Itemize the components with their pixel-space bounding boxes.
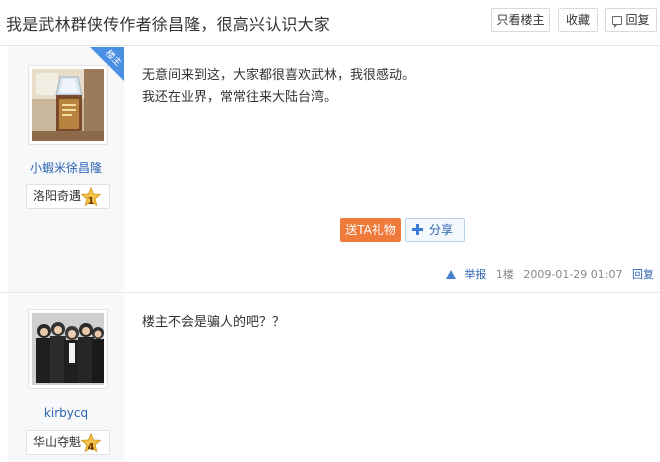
post-floor-2: kirbycq 华山夺魁 4 楼主不会是骗人的吧？？ bbox=[0, 294, 660, 462]
warning-icon bbox=[446, 270, 457, 279]
favorite-button[interactable]: 收藏 bbox=[558, 8, 598, 32]
thread-title: 我是武林群侠传作者徐昌隆，很高兴认识大家 bbox=[6, 15, 331, 34]
reply-link[interactable]: 回复 bbox=[632, 268, 654, 281]
report-label: 举报 bbox=[464, 268, 487, 281]
share-button[interactable]: 分享 bbox=[405, 218, 465, 242]
member-badge[interactable]: 洛阳奇遇 1 bbox=[26, 184, 110, 209]
badge-name: 洛阳奇遇 bbox=[33, 189, 82, 203]
author-username[interactable]: kirbycq bbox=[8, 406, 124, 420]
author-username[interactable]: 小蝦米徐昌隆 bbox=[8, 159, 124, 176]
only-op-button[interactable]: 只看楼主 bbox=[491, 8, 550, 32]
badge-level: 4 bbox=[87, 442, 95, 453]
member-badge[interactable]: 华山夺魁 4 bbox=[26, 430, 110, 455]
share-label: 分享 bbox=[429, 223, 454, 237]
avatar-image bbox=[32, 313, 104, 385]
thread-header: 我是武林群侠传作者徐昌隆，很高兴认识大家 只看楼主 收藏 回复 bbox=[0, 0, 660, 46]
author-sidebar: 小蝦米徐昌隆 洛阳奇遇 1 bbox=[8, 47, 124, 292]
badge-level: 1 bbox=[87, 196, 95, 207]
reply-button[interactable]: 回复 bbox=[605, 8, 657, 32]
content-line: 楼主不会是骗人的吧？？ bbox=[142, 315, 286, 330]
send-gift-button[interactable]: 送TA礼物 bbox=[340, 218, 401, 242]
reply-icon bbox=[612, 16, 623, 28]
level-star-icon: 4 bbox=[80, 432, 102, 453]
post-body: 楼主不会是骗人的吧？？ bbox=[124, 294, 660, 462]
author-sidebar: kirbycq 华山夺魁 4 bbox=[8, 294, 124, 462]
reply-button-label: 回复 bbox=[625, 13, 650, 27]
post-body: 无意间来到这，大家都很喜欢武林，我很感动。 我还在业界，常常往来大陆台湾。 送T… bbox=[124, 47, 660, 292]
post-meta: 举报 1楼 2009-01-29 01:07 回复 bbox=[434, 266, 654, 282]
share-plus-icon bbox=[412, 224, 423, 235]
content-line: 我还在业界，常常往来大陆台湾。 bbox=[142, 90, 338, 105]
post-timestamp: 2009-01-29 01:07 bbox=[523, 268, 623, 281]
report-link[interactable]: 举报 bbox=[440, 268, 486, 281]
op-corner-tag: 楼主 bbox=[90, 47, 124, 81]
avatar[interactable] bbox=[28, 309, 108, 389]
post-content: 无意间来到这，大家都很喜欢武林，我很感动。 我还在业界，常常往来大陆台湾。 bbox=[142, 65, 415, 109]
badge-name: 华山夺魁 bbox=[33, 435, 82, 449]
level-star-icon: 1 bbox=[80, 186, 102, 207]
post-content: 楼主不会是骗人的吧？？ bbox=[142, 312, 285, 334]
post-floor-1: 小蝦米徐昌隆 洛阳奇遇 1 楼主 无意间来到这，大家都很喜欢武林，我很感动。 我… bbox=[0, 47, 660, 293]
floor-number: 1楼 bbox=[495, 268, 514, 281]
content-line: 无意间来到这，大家都很喜欢武林，我很感动。 bbox=[142, 68, 416, 83]
